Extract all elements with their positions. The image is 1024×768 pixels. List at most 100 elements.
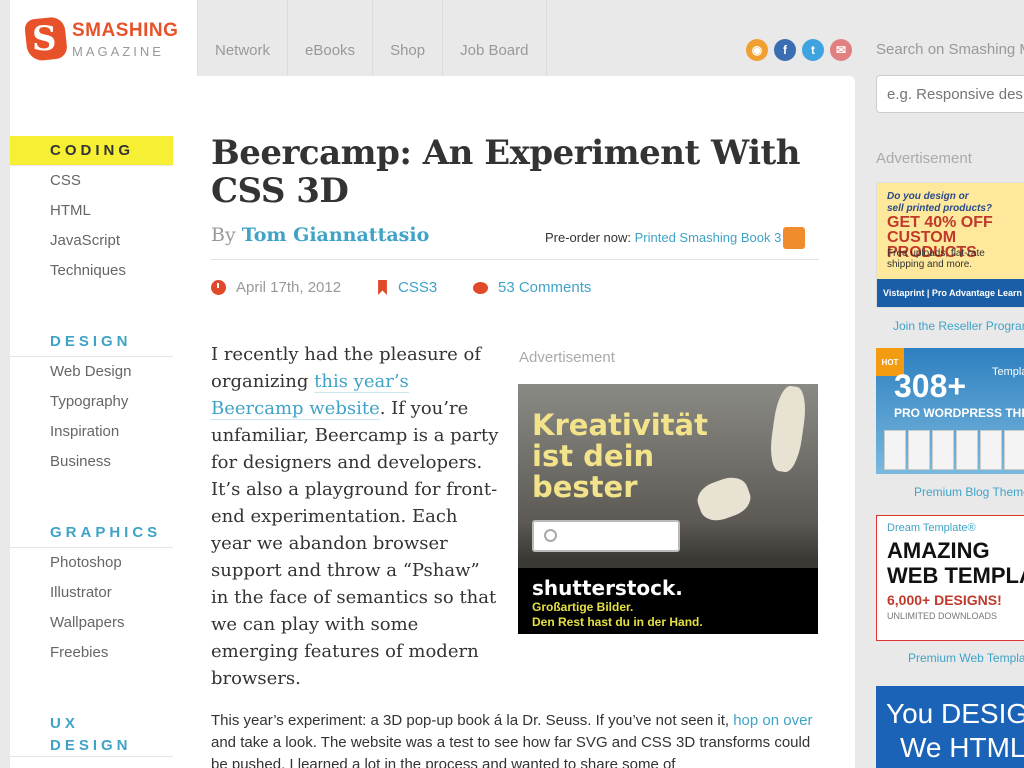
vista-offer-a: GET 40% OFF bbox=[887, 214, 993, 231]
comment-icon bbox=[473, 281, 488, 294]
twitter-icon[interactable]: t bbox=[802, 39, 824, 61]
ad-headline-3: bester bbox=[532, 470, 638, 504]
site-logo[interactable]: S SMASHING MAGAZINE bbox=[23, 16, 179, 62]
comments-link[interactable]: 53 Comments bbox=[498, 279, 591, 296]
inline-ad-label: Advertisement bbox=[519, 349, 615, 366]
sidebar-item-html[interactable]: HTML bbox=[10, 196, 173, 226]
facebook-icon[interactable]: f bbox=[774, 39, 796, 61]
social-links: ◉ f t ✉ bbox=[746, 39, 852, 61]
lead-paragraph: I recently had the pleasure of organizin… bbox=[211, 341, 501, 692]
wp-count: 308+ bbox=[894, 368, 967, 404]
search-label: Search on Smashing M bbox=[876, 41, 1024, 58]
author-link[interactable]: Tom Giannattasio bbox=[242, 224, 430, 246]
sidebar-item-freebies[interactable]: Freebies bbox=[10, 638, 173, 668]
premium-web-templates-link[interactable]: Premium Web Templates bbox=[908, 651, 1024, 665]
newsletter-icon[interactable]: ✉ bbox=[830, 39, 852, 61]
byline-prefix: By bbox=[211, 224, 236, 246]
sidebar-item-wallpapers[interactable]: Wallpapers bbox=[10, 608, 173, 638]
tag-link[interactable]: CSS3 bbox=[398, 279, 437, 296]
article-tag[interactable]: CSS3 bbox=[377, 279, 437, 296]
vistaprint-ad[interactable]: Do you design or sell printed products? G… bbox=[876, 182, 1024, 308]
rss-icon[interactable]: ◉ bbox=[746, 39, 768, 61]
wp-thumbnails bbox=[884, 430, 1024, 470]
dt-headline-a: AMAZING bbox=[887, 538, 990, 563]
body-text-1: This year’s experiment: a 3D pop-up book… bbox=[211, 712, 734, 729]
dt-brand: Dream Template® bbox=[887, 522, 976, 534]
article-title: Beercamp: An Experiment With CSS 3D bbox=[211, 133, 800, 211]
preorder-link[interactable]: Printed Smashing Book 3 bbox=[635, 230, 782, 245]
vista-line1: Do you design or sell printed products? bbox=[887, 191, 992, 215]
vista-line1a: Do you design or bbox=[887, 191, 969, 202]
yd-line2: We HTML bbox=[900, 732, 1024, 763]
dt-headline-b: WEB TEMPLATES bbox=[887, 563, 1024, 588]
wp-subtitle: PRO WORDPRESS THEMES bbox=[894, 406, 1024, 420]
body-text-2: and take a look. The website was a test … bbox=[211, 734, 811, 768]
sidebar-item-business[interactable]: Business bbox=[10, 447, 173, 477]
sidebar-item-techniques[interactable]: Techniques bbox=[10, 256, 173, 286]
topnav-network[interactable]: Network bbox=[197, 0, 289, 76]
nav-head-graphics[interactable]: GRAPHICS bbox=[10, 518, 173, 548]
clock-icon bbox=[211, 280, 226, 295]
article-date: April 17th, 2012 bbox=[211, 279, 341, 296]
ad-tagline-2: Den Rest hast du in der Hand. bbox=[532, 615, 703, 629]
bookmark-icon bbox=[378, 280, 387, 295]
logo-mark-icon: S bbox=[23, 16, 69, 62]
preorder-text: Pre-order now: bbox=[545, 230, 631, 245]
article-panel: Beercamp: An Experiment With CSS 3D By T… bbox=[197, 76, 855, 768]
nav-head-ux-line2: DESIGN bbox=[50, 737, 132, 754]
nav-head-ux-line1: UX bbox=[50, 715, 79, 732]
vista-bar: Vistaprint | Pro Advantage Learn bbox=[877, 279, 1024, 307]
sidebar-item-illustrator[interactable]: Illustrator bbox=[10, 578, 173, 608]
shutterstock-ad[interactable]: Kreativität ist dein bester shutterstock… bbox=[518, 384, 818, 634]
nav-section-graphics: GRAPHICS Photoshop Illustrator Wallpaper… bbox=[10, 518, 173, 668]
search-input[interactable] bbox=[876, 75, 1024, 113]
ad-headline-2: ist dein bbox=[532, 439, 655, 473]
article-comments[interactable]: 53 Comments bbox=[473, 279, 591, 296]
nav-head-coding[interactable]: CODING bbox=[10, 136, 173, 166]
ad-tagline-1: Großartige Bilder. bbox=[532, 600, 634, 614]
premium-blog-themes-link[interactable]: Premium Blog Themes bbox=[914, 485, 1024, 499]
ad-brand: shutterstock. bbox=[532, 576, 683, 600]
wp-templates-label: Templates bbox=[992, 366, 1024, 378]
ad-footer: shutterstock. Großartige Bilder. Den Res… bbox=[518, 568, 818, 634]
sidebar-item-css[interactable]: CSS bbox=[10, 166, 173, 196]
wordpress-themes-ad[interactable]: HOT 308+ Templates PRO WORDPRESS THEMES bbox=[876, 348, 1024, 474]
you-design-ad[interactable]: You DESIGN We HTML bbox=[876, 686, 1024, 768]
sidebar-item-typography[interactable]: Typography bbox=[10, 387, 173, 417]
reseller-program-link[interactable]: Join the Reseller Program bbox=[893, 319, 1024, 333]
ad-search-field[interactable] bbox=[532, 520, 680, 552]
vista-details: Free uploads, flat-rate shipping and more… bbox=[887, 248, 985, 270]
vista-details-a: Free uploads, flat-rate bbox=[887, 248, 985, 259]
nav-section-design: DESIGN Web Design Typography Inspiration… bbox=[10, 327, 173, 477]
topnav-shop[interactable]: Shop bbox=[373, 0, 444, 76]
logo-line2: MAGAZINE bbox=[72, 43, 164, 59]
nav-section-ux: UX DESIGN bbox=[10, 713, 173, 757]
nav-head-design[interactable]: DESIGN bbox=[10, 327, 173, 357]
divider bbox=[211, 259, 819, 260]
date-text: April 17th, 2012 bbox=[236, 279, 342, 296]
peanut-figure-tall bbox=[767, 384, 809, 474]
dt-downloads: UNLIMITED DOWNLOADS bbox=[887, 611, 998, 621]
sidebar-item-photoshop[interactable]: Photoshop bbox=[10, 548, 173, 578]
dreamtemplate-ad[interactable]: Dream Template® AMAZINGWEB TEMPLATES 6,0… bbox=[876, 515, 1024, 641]
lead-text-2: . If you’re unfamiliar, Beercamp is a pa… bbox=[211, 398, 499, 689]
ad-headline-1: Kreativität bbox=[532, 408, 708, 442]
sidebar-item-javascript[interactable]: JavaScript bbox=[10, 226, 173, 256]
topnav-job-board[interactable]: Job Board bbox=[443, 0, 547, 76]
preorder-promo: Pre-order now: Printed Smashing Book 3 bbox=[545, 230, 781, 245]
yd-line1: You DESIGN bbox=[886, 698, 1024, 729]
top-navigation: Network eBooks Shop Job Board bbox=[197, 0, 547, 76]
sidebar-item-inspiration[interactable]: Inspiration bbox=[10, 417, 173, 447]
nav-section-coding: CODING CSS HTML JavaScript Techniques bbox=[10, 136, 173, 286]
sidebar-ad-label: Advertisement bbox=[876, 150, 972, 167]
sidebar-item-web-design[interactable]: Web Design bbox=[10, 357, 173, 387]
ad-headline: Kreativität ist dein bester bbox=[532, 410, 708, 503]
dt-count: 6,000+ DESIGNS! bbox=[887, 592, 1002, 608]
topnav-ebooks[interactable]: eBooks bbox=[288, 0, 374, 76]
body-paragraph: This year’s experiment: a 3D pop-up book… bbox=[211, 710, 819, 768]
dt-headline: AMAZINGWEB TEMPLATES bbox=[887, 538, 1024, 588]
nav-head-ux-design[interactable]: UX DESIGN bbox=[10, 713, 173, 757]
logo-line1: SMASHING bbox=[72, 19, 179, 41]
hop-on-over-link[interactable]: hop on over bbox=[733, 712, 812, 729]
book-icon[interactable] bbox=[783, 227, 805, 249]
